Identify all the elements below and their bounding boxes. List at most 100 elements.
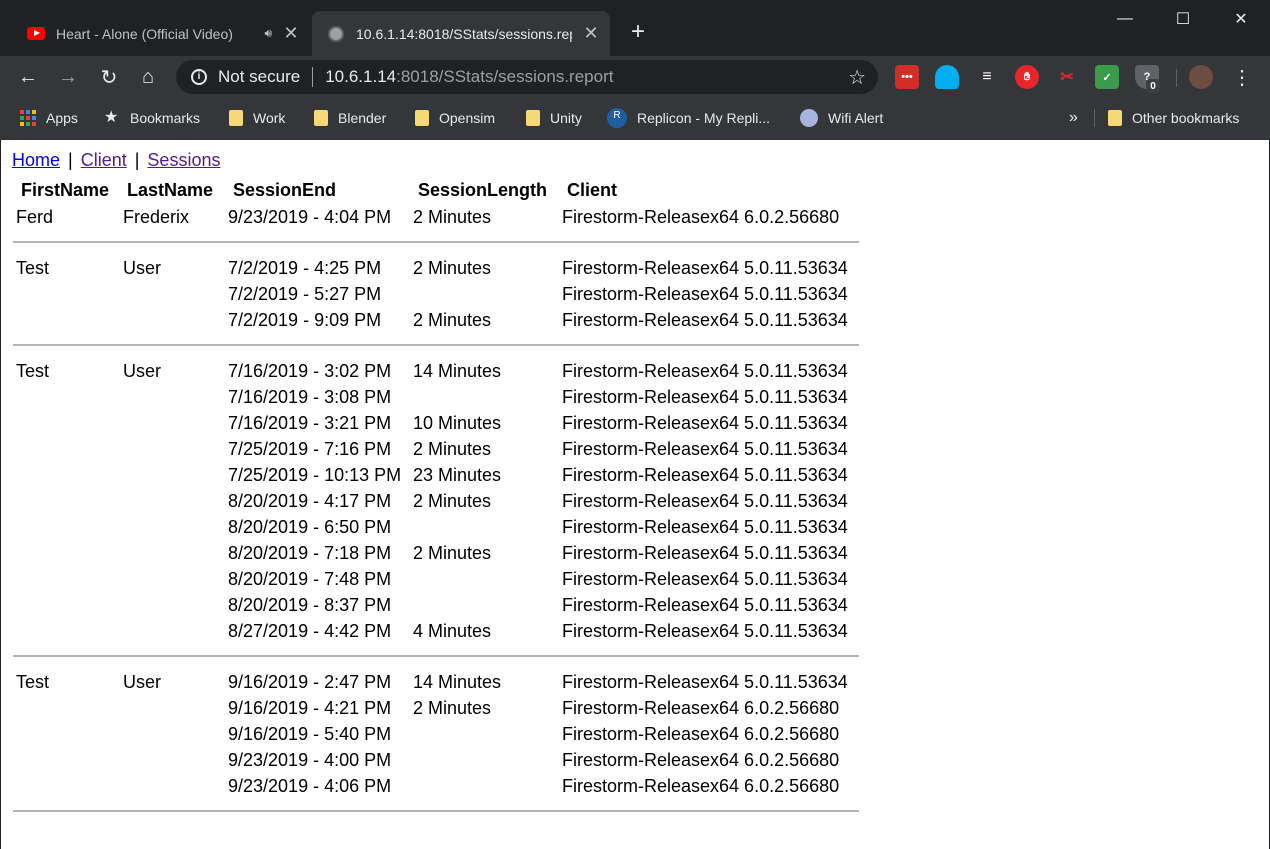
cell-sessionend: 8/20/2019 - 6:50 PM <box>228 516 392 537</box>
tab-sessions-report[interactable]: 10.6.1.14:8018/SStats/sessions.report ✕ <box>312 11 610 56</box>
bookmark-work[interactable]: Work <box>229 107 285 129</box>
tab-youtube[interactable]: Heart - Alone (Official Video) 🔊︎ ✕ <box>12 11 310 56</box>
cell-firstname <box>13 618 120 644</box>
bookmark-label: Bookmarks <box>130 110 201 126</box>
maximize-button[interactable]: ☐ <box>1154 0 1212 38</box>
bookmark-unity[interactable]: Unity <box>526 107 582 129</box>
reload-button[interactable]: ↻ <box>94 62 124 92</box>
speaker-icon[interactable]: 🔊︎ <box>264 26 272 41</box>
bookmarks-overflow-button[interactable]: » <box>1069 107 1078 129</box>
cell-firstname <box>13 462 120 488</box>
cell-client: Firestorm-Releasex64 6.0.2.56680 <box>562 206 840 227</box>
cell-firstname: Test <box>16 257 50 278</box>
bookmark-opensim[interactable]: Opensim <box>415 107 495 129</box>
minimize-button[interactable]: — <box>1096 0 1154 38</box>
column-header-lastname: LastName <box>127 180 214 200</box>
close-tab-icon[interactable]: ✕ <box>580 23 602 44</box>
other-bookmarks[interactable]: Other bookmarks <box>1108 107 1239 129</box>
table-row: 9/23/2019 - 4:06 PM Firestorm-Releasex64 … <box>13 773 859 799</box>
bookmark-bookmarks[interactable]: ★ Bookmarks <box>104 107 200 129</box>
bookmark-wifi-alert[interactable]: Wifi Alert <box>800 107 883 129</box>
table-row: 8/20/2019 - 7:48 PM Firestorm-Releasex64 … <box>13 566 859 592</box>
lastpass-icon[interactable]: ••• <box>895 65 919 89</box>
folder-icon <box>314 110 328 126</box>
bookmark-replicon[interactable]: R Replicon - My Repli... <box>607 107 770 129</box>
page-content: Home | Client | Sessions FirstName LastName … <box>0 140 1270 849</box>
table-row: 7/16/2019 - 3:08 PM Firestorm-Releasex64 … <box>13 384 859 410</box>
table-body: Ferd Frederix 9/23/2019 - 4:04 PM 2 Minutes… <box>13 204 859 824</box>
column-header-client: Client <box>567 180 618 200</box>
ghostery-icon[interactable] <box>935 65 959 89</box>
cell-lastname <box>120 462 225 488</box>
cell-firstname <box>13 540 120 566</box>
cell-sessionlength: 2 Minutes <box>413 542 492 563</box>
bookmark-star-icon[interactable]: ☆ <box>848 65 866 90</box>
group-divider <box>13 799 859 824</box>
toolbar: ← → ↻ ⌂ i Not secure 10.6.1.14:8018/SSta… <box>0 56 1270 98</box>
cell-firstname <box>13 281 120 307</box>
profile-avatar[interactable] <box>1189 65 1213 89</box>
bookmark-blender[interactable]: Blender <box>314 107 386 129</box>
back-button[interactable]: ← <box>13 62 43 92</box>
bookmark-label: Work <box>253 110 286 126</box>
cell-firstname <box>13 566 120 592</box>
table-row: 7/16/2019 - 3:21 PM 10 Minutes Firestorm-R… <box>13 410 859 436</box>
table-header-row: FirstName LastName SessionEnd SessionLen… <box>13 177 859 204</box>
cell-sessionlength: 2 Minutes <box>413 309 492 330</box>
divider-cell <box>13 799 859 824</box>
home-icon[interactable]: ⌂ <box>133 62 163 92</box>
cell-client: Firestorm-Releasex64 5.0.11.53634 <box>562 438 848 459</box>
nav-separator: | <box>68 150 73 170</box>
cell-client: Firestorm-Releasex64 6.0.2.56680 <box>562 775 840 796</box>
kebab-menu-icon[interactable]: ⋮ <box>1227 62 1257 92</box>
column-header-firstname: FirstName <box>21 180 110 200</box>
folder-icon <box>229 110 243 126</box>
group-divider <box>13 644 859 669</box>
buffer-icon[interactable]: ≡ <box>975 65 999 89</box>
pdf-icon[interactable]: ✂︎ <box>1055 65 1079 89</box>
bookmark-label: Blender <box>338 110 387 126</box>
cell-lastname <box>120 695 225 721</box>
table-row: Test User 7/16/2019 - 3:02 PM 14 Minutes Fir… <box>13 358 859 384</box>
cell-lastname <box>120 592 225 618</box>
cell-client: Firestorm-Releasex64 6.0.2.56680 <box>562 749 840 770</box>
cell-firstname: Test <box>16 671 50 692</box>
forward-button[interactable]: → <box>53 62 83 92</box>
toolbar-divider <box>1176 69 1177 87</box>
table-row: 8/27/2019 - 4:42 PM 4 Minutes Firestorm-Re… <box>13 618 859 644</box>
cell-sessionlength: 4 Minutes <box>413 620 492 641</box>
cell-firstname <box>13 773 120 799</box>
cell-firstname <box>13 747 120 773</box>
address-bar[interactable]: i Not secure 10.6.1.14:8018/SStats/sessi… <box>176 60 878 94</box>
divider-cell <box>13 333 859 358</box>
nav-home-link[interactable]: Home <box>12 150 60 170</box>
divider-cell <box>13 644 859 669</box>
grammar-check-icon[interactable]: ✓ <box>1095 65 1119 89</box>
cell-lastname <box>120 514 225 540</box>
youtube-icon <box>27 25 45 43</box>
cell-firstname: Test <box>16 360 50 381</box>
nav-client-link[interactable]: Client <box>81 150 127 170</box>
info-icon[interactable]: i <box>191 69 207 85</box>
url-path: :8018/SStats/sessions.report <box>396 67 614 86</box>
cell-lastname: Frederix <box>123 206 190 227</box>
cell-sessionlength <box>410 747 559 773</box>
cell-sessionlength: 2 Minutes <box>413 438 492 459</box>
adblock-icon[interactable]: ✋︎ <box>1015 65 1039 89</box>
table-row: 8/20/2019 - 6:50 PM Firestorm-Releasex64 … <box>13 514 859 540</box>
bookmark-label: Wifi Alert <box>828 110 884 126</box>
table-row: 8/20/2019 - 4:17 PM 2 Minutes Firestorm-Re… <box>13 488 859 514</box>
cell-sessionend: 8/27/2019 - 4:42 PM <box>228 620 392 641</box>
bookmark-apps[interactable]: Apps <box>20 107 78 129</box>
new-tab-button[interactable]: + <box>624 18 652 46</box>
cell-sessionlength <box>410 773 559 799</box>
security-label[interactable]: Not secure <box>218 67 300 87</box>
table-row: 7/2/2019 - 9:09 PM 2 Minutes Firestorm-Rel… <box>13 307 859 333</box>
cell-lastname <box>120 566 225 592</box>
nav-sessions-link[interactable]: Sessions <box>147 150 220 170</box>
cell-sessionend: 8/20/2019 - 7:48 PM <box>228 568 392 589</box>
cell-firstname <box>13 384 120 410</box>
close-tab-icon[interactable]: ✕ <box>280 23 302 44</box>
close-window-button[interactable]: ✕ <box>1212 0 1270 38</box>
cell-sessionend: 7/25/2019 - 7:16 PM <box>228 438 392 459</box>
